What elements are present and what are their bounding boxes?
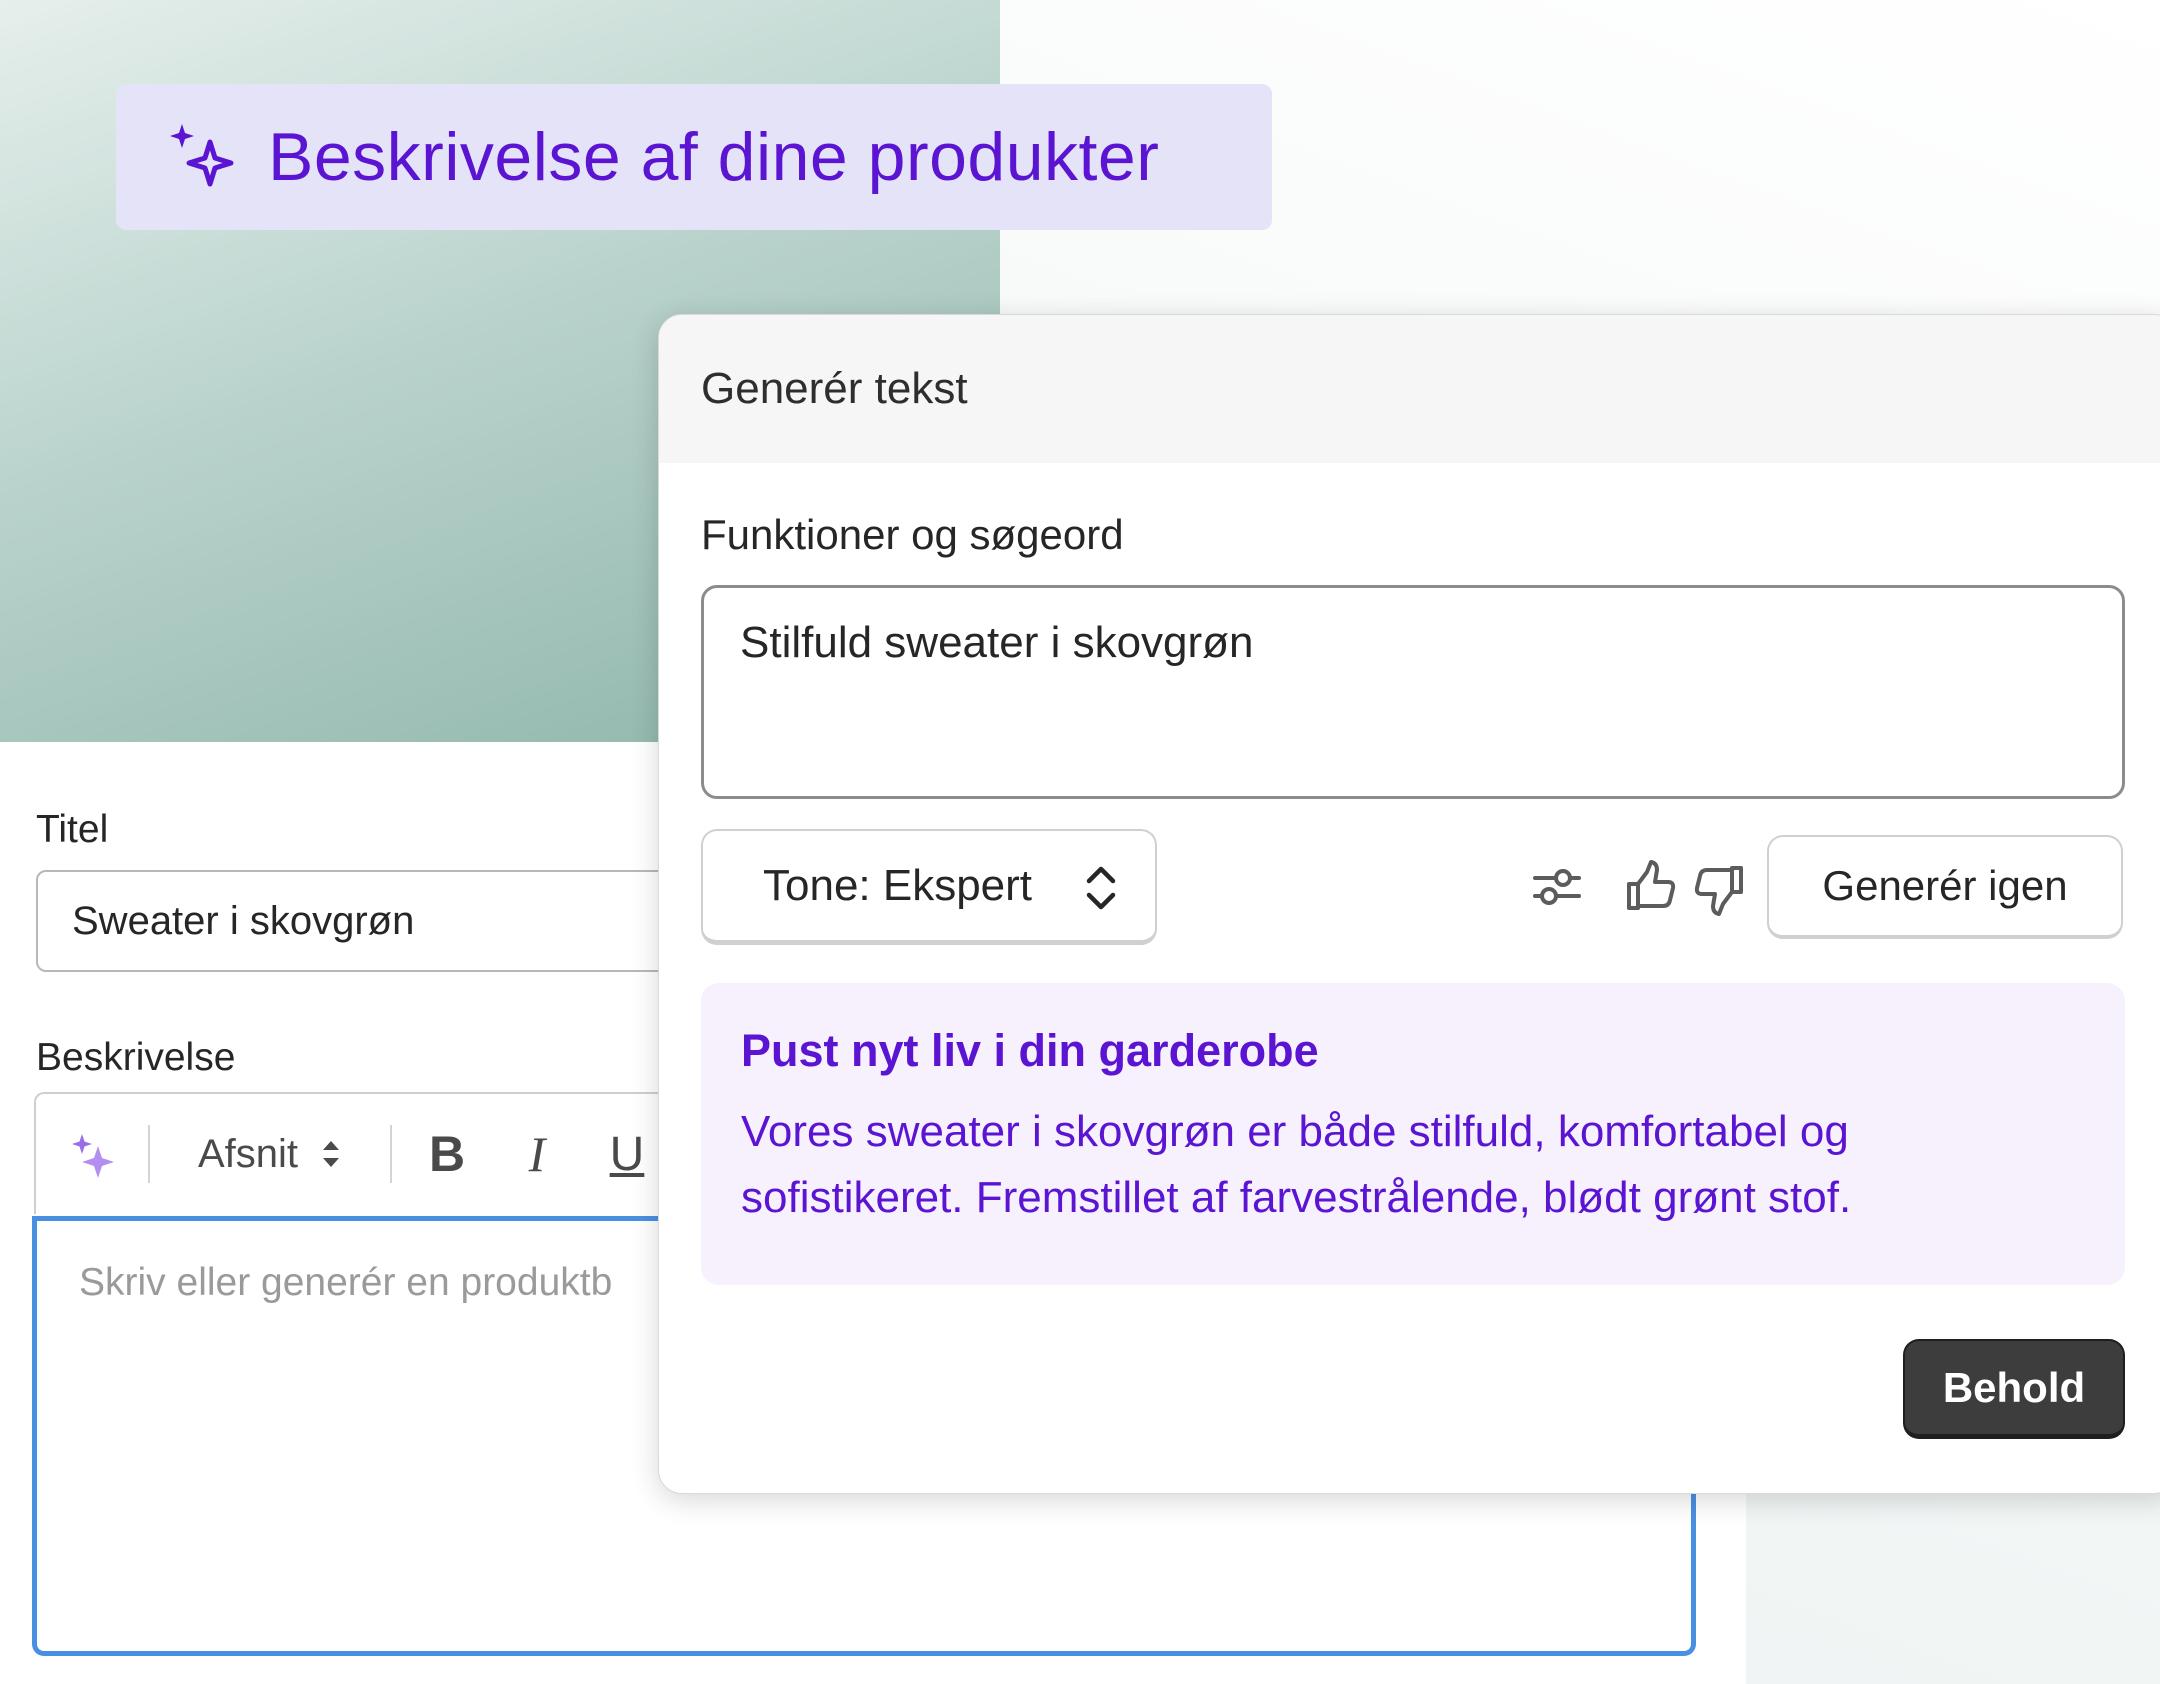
feature-title: Beskrivelse af dine produkter: [268, 119, 1160, 195]
result-body-line: Vores sweater i skovgrøn er både stilful…: [741, 1107, 1849, 1156]
keep-button[interactable]: Behold: [1903, 1339, 2125, 1439]
keywords-input-value: Stilfuld sweater i skovgrøn: [740, 618, 1254, 667]
title-input-value: Sweater i skovgrøn: [72, 898, 415, 943]
dialog-header: Generér tekst: [659, 315, 2160, 463]
paragraph-format-label: Afsnit: [197, 1131, 299, 1176]
title-label: Titel: [36, 808, 109, 851]
thumbs-up-icon: [1627, 860, 1676, 910]
feature-badge: Beskrivelse af dine produkter: [116, 84, 1272, 230]
keywords-label: Funktioner og søgeord: [701, 511, 1124, 558]
settings-sliders-icon: [1533, 869, 1581, 905]
result-heading: Pust nyt liv i din garderobe: [741, 1025, 1319, 1076]
sparkle-icon: [170, 124, 234, 187]
thumbs-down-button[interactable]: [1685, 855, 1755, 925]
regenerate-button[interactable]: Generér igen: [1767, 835, 2123, 939]
bold-button[interactable]: B: [392, 1125, 502, 1183]
sparkle-icon: [72, 1134, 114, 1178]
thumbs-up-button[interactable]: [1615, 851, 1685, 921]
keywords-input[interactable]: Stilfuld sweater i skovgrøn: [701, 585, 2125, 799]
description-label: Beskrivelse: [36, 1036, 236, 1079]
settings-button[interactable]: [1517, 855, 1597, 919]
chevron-up-down-icon: [323, 1141, 340, 1167]
paragraph-format-select[interactable]: Afsnit: [150, 1132, 390, 1177]
chevron-up-down-icon: [1086, 866, 1116, 910]
italic-button[interactable]: I: [502, 1125, 572, 1183]
generate-text-dialog: Generér tekst Funktioner og søgeord Stil…: [658, 314, 2160, 1494]
tone-select-label: Tone: Ekspert: [763, 860, 1033, 910]
thumbs-down-icon: [1694, 866, 1743, 916]
description-placeholder: Skriv eller generér en produktb: [79, 1261, 613, 1304]
generated-result: Pust nyt liv i din garderobe Vores sweat…: [701, 983, 2125, 1285]
tone-select[interactable]: Tone: Ekspert: [701, 829, 1157, 945]
result-body-line: sofistikeret. Fremstillet af farvestråle…: [741, 1173, 1852, 1222]
ai-generate-button[interactable]: [36, 1130, 148, 1178]
